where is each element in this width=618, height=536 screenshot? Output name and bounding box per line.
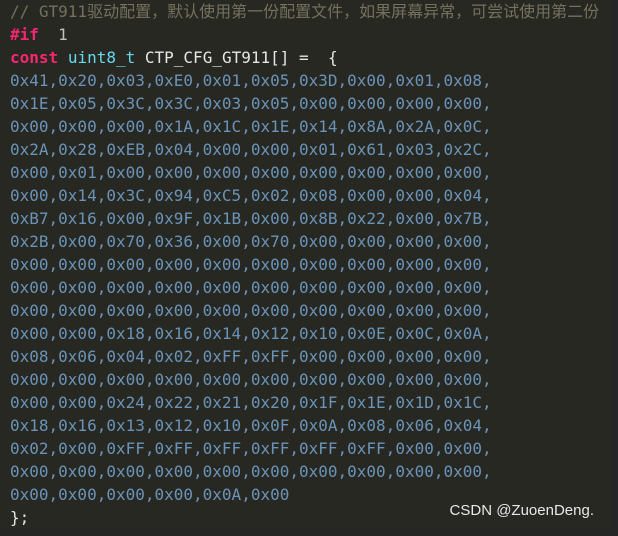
hex-row: 0x00,0x00,0x00,0x00,0x00,0x00,0x00,0x00,… [10,462,492,481]
directive-line: #if 1 [10,23,610,46]
code-editor[interactable]: // GT911驱动配置，默认使用第一份配置文件，如果屏幕异常，可尝试使用第二份… [0,0,610,530]
decl-keyword: const [10,48,59,67]
hex-row: 0x18,0x16,0x13,0x12,0x10,0x0F,0x0A,0x08,… [10,416,492,435]
hex-row: 0x00,0x00,0x00,0x00,0x00,0x00,0x00,0x00,… [10,301,492,320]
hex-row: 0x2B,0x00,0x70,0x36,0x00,0x70,0x00,0x00,… [10,232,492,251]
directive-keyword: #if [10,25,39,44]
hex-row: 0x00,0x00,0x18,0x16,0x14,0x12,0x10,0x0E,… [10,324,492,343]
hex-array-body: 0x41,0x20,0x03,0xE0,0x01,0x05,0x3D,0x00,… [10,69,610,506]
hex-row: 0x1E,0x05,0x3C,0x3C,0x03,0x05,0x00,0x00,… [10,94,492,113]
hex-row: 0x00,0x00,0x24,0x22,0x21,0x20,0x1F,0x1E,… [10,393,492,412]
hex-row: 0x00,0x00,0x00,0x1A,0x1C,0x1E,0x14,0x8A,… [10,117,492,136]
comment-line: // GT911驱动配置，默认使用第一份配置文件，如果屏幕异常，可尝试使用第二份 [10,2,600,21]
decl-type: uint8_t [67,48,136,67]
bottom-strip [0,530,618,536]
hex-row: 0x00,0x14,0x3C,0x94,0xC5,0x02,0x08,0x00,… [10,186,492,205]
hex-row: 0x2A,0x28,0xEB,0x04,0x00,0x00,0x01,0x61,… [10,140,492,159]
declaration-line: const uint8_t CTP_CFG_GT911[] = { [10,46,610,69]
decl-equals: = [299,48,309,67]
decl-name: CTP_CFG_GT911[] [144,48,290,67]
hex-row: 0x00,0x01,0x00,0x00,0x00,0x00,0x00,0x00,… [10,163,492,182]
decl-brace: { [327,48,338,67]
hex-row: 0x00,0x00,0x00,0x00,0x00,0x00,0x00,0x00,… [10,255,492,274]
hex-row: 0x00,0x00,0x00,0x00,0x00,0x00,0x00,0x00,… [10,370,492,389]
hex-row: 0x02,0x00,0xFF,0xFF,0xFF,0xFF,0xFF,0xFF,… [10,439,492,458]
watermark: CSDN @ZuoenDeng. [449,502,594,519]
directive-value: 1 [58,25,68,44]
hex-row: 0x00,0x00,0x00,0x00,0x00,0x00,0x00,0x00,… [10,278,492,297]
hex-row: 0xB7,0x16,0x00,0x9F,0x1B,0x00,0x8B,0x22,… [10,209,492,228]
hex-row: 0x41,0x20,0x03,0xE0,0x01,0x05,0x3D,0x00,… [10,71,492,90]
hex-row: 0x08,0x06,0x04,0x02,0xFF,0xFF,0x00,0x00,… [10,347,492,366]
